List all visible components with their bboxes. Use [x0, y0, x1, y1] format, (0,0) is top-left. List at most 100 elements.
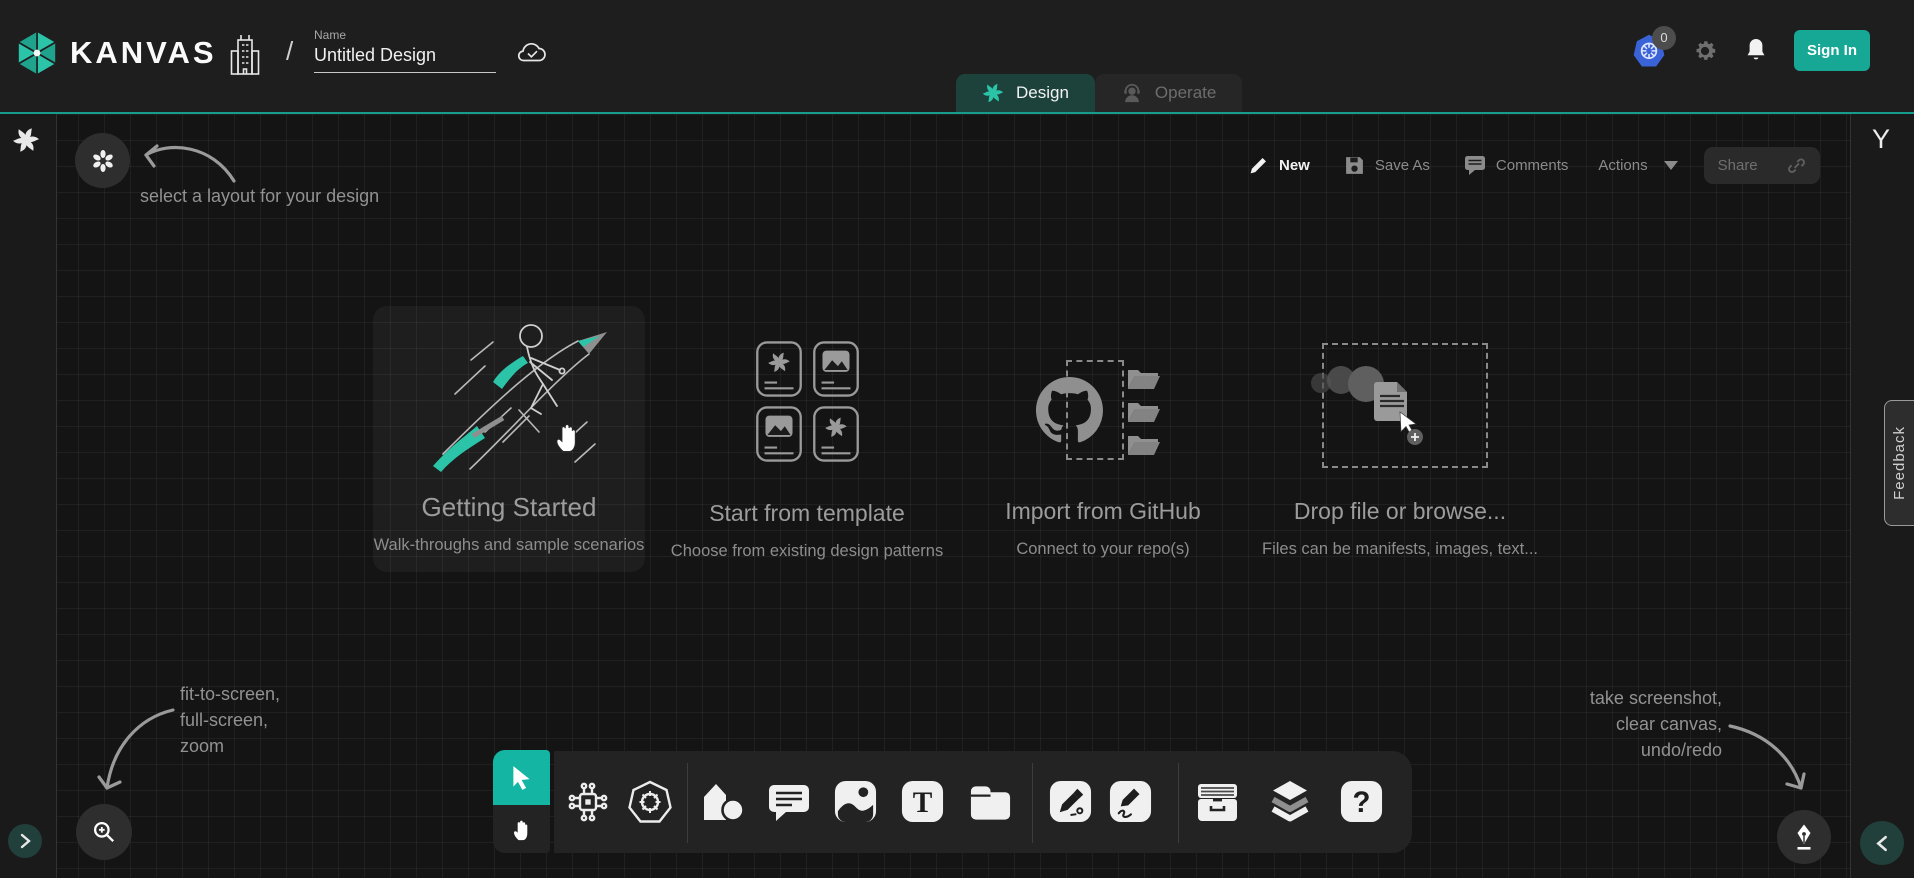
tab-design[interactable]: Design [956, 74, 1095, 112]
components-tool-icon[interactable] [565, 779, 611, 825]
drop-file-icon [1300, 360, 1430, 455]
hand-cursor-icon [552, 418, 582, 454]
template-tile-image [755, 406, 803, 462]
tab-operate[interactable]: Operate [1095, 74, 1242, 112]
text-tool-icon[interactable]: T [900, 779, 945, 824]
save-as-label: Save As [1375, 157, 1430, 174]
new-label: New [1279, 157, 1310, 174]
shapes-tool-icon[interactable] [700, 782, 746, 824]
pen-nib-icon [1792, 823, 1816, 851]
layout-hint-text: select a layout for your design [140, 186, 379, 207]
svg-text:T: T [913, 787, 933, 819]
magnifier-plus-icon [91, 819, 117, 845]
share-label: Share [1718, 157, 1758, 174]
notifications-bell-icon[interactable] [1744, 37, 1768, 65]
repo-folders-icon [1126, 366, 1162, 458]
card-subtitle: Connect to your repo(s) [955, 540, 1251, 559]
sketch-tool-icon[interactable] [1108, 779, 1153, 824]
card-subtitle: Walk-throughs and sample scenarios [361, 536, 657, 555]
card-subtitle: Choose from existing design patterns [659, 542, 955, 561]
pinwheel-icon[interactable] [12, 126, 40, 154]
card-subtitle: Files can be manifests, images, text... [1252, 540, 1548, 559]
actions-dropdown[interactable]: Actions [1598, 157, 1677, 174]
comments-label: Comments [1496, 157, 1569, 174]
screenshot-hint-line3: undo/redo [1452, 740, 1722, 761]
drawer-tool-icon[interactable] [1194, 782, 1241, 823]
card-title: Import from GitHub [963, 498, 1243, 525]
github-icon [1036, 377, 1103, 444]
chevron-down-icon [1664, 161, 1678, 170]
save-icon [1344, 155, 1365, 176]
breadcrumb-separator: / [286, 36, 293, 67]
design-name-input[interactable] [314, 42, 496, 73]
comments-icon [1464, 155, 1486, 176]
expand-left-panel-button[interactable] [8, 824, 42, 858]
comment-tool-icon[interactable] [766, 782, 812, 824]
app-window: Y KANVAS / [0, 0, 1914, 878]
cloud-sync-icon [516, 40, 548, 64]
left-edge-panel [0, 114, 57, 878]
settings-gear-icon[interactable] [1692, 38, 1718, 64]
design-name-block: Name [314, 28, 496, 73]
rocket-illustration [415, 314, 620, 486]
help-tool-icon[interactable]: ? [1339, 779, 1384, 824]
pen-actions-button[interactable] [1777, 810, 1831, 864]
toolbar-divider [1032, 763, 1033, 843]
template-tile-image [812, 341, 860, 397]
screenshot-hint-arrow [1722, 716, 1810, 798]
canvas-actions-toolbar: New Save As Comments Actions Share [1248, 146, 1820, 184]
pen-tool-icon[interactable] [1048, 779, 1093, 824]
screenshot-hint-line1: take screenshot, [1452, 688, 1722, 709]
card-title: Drop file or browse... [1260, 498, 1540, 525]
feedback-label: Feedback [1891, 426, 1908, 500]
tab-operate-label: Operate [1155, 83, 1216, 103]
toolbar-divider [687, 763, 688, 843]
y-logo-icon[interactable]: Y [1872, 124, 1890, 155]
credits-badge: 0 [1652, 26, 1676, 50]
save-as-button[interactable]: Save As [1344, 155, 1430, 176]
zoom-hint-line2: full-screen, [180, 710, 268, 731]
zoom-hint-line3: zoom [180, 736, 224, 757]
brand[interactable]: KANVAS [14, 28, 217, 78]
chevron-left-icon [1876, 835, 1889, 852]
comments-button[interactable]: Comments [1464, 155, 1569, 176]
pencil-icon [1248, 155, 1269, 176]
pointer-tools [493, 750, 550, 853]
brand-name: KANVAS [70, 35, 217, 71]
share-button[interactable]: Share [1704, 147, 1820, 184]
notes-tool-icon[interactable] [968, 779, 1013, 823]
pan-tool-button[interactable] [493, 805, 550, 853]
select-tool-button[interactable] [493, 750, 550, 805]
hand-tool-icon [510, 816, 534, 842]
template-tile-pinwheel [755, 341, 803, 397]
kanvas-logo-icon [14, 28, 60, 78]
link-icon [1787, 156, 1806, 175]
layout-flower-icon [91, 149, 115, 173]
zoom-hint-arrow [95, 700, 183, 800]
new-button[interactable]: New [1248, 155, 1310, 176]
actions-label: Actions [1598, 157, 1647, 174]
toolbar-divider [1178, 763, 1179, 843]
credits-button[interactable]: 0 [1632, 33, 1666, 69]
expand-right-panel-button[interactable] [1860, 821, 1904, 865]
feedback-tab[interactable]: Feedback [1884, 400, 1914, 526]
design-pinwheel-icon [982, 82, 1004, 104]
name-label: Name [314, 28, 496, 42]
layout-picker-button[interactable] [75, 133, 130, 188]
operate-headset-icon [1121, 82, 1143, 104]
svg-text:?: ? [1353, 786, 1371, 819]
image-tool-icon[interactable] [833, 779, 878, 824]
organization-icon[interactable] [230, 34, 260, 76]
zoom-hint-line1: fit-to-screen, [180, 684, 280, 705]
tab-design-label: Design [1016, 83, 1069, 103]
kubernetes-tool-icon[interactable] [627, 779, 673, 825]
card-title: Getting Started [373, 492, 645, 523]
chevron-right-icon [19, 833, 31, 849]
screenshot-hint-line2: clear canvas, [1452, 714, 1722, 735]
sign-in-button[interactable]: Sign In [1794, 30, 1870, 71]
layers-tool-icon[interactable] [1267, 780, 1313, 824]
app-header: KANVAS / Name [0, 0, 1914, 112]
template-tile-pinwheel [812, 406, 860, 462]
zoom-button[interactable] [76, 804, 132, 860]
cursor-arrow-icon [509, 764, 535, 792]
